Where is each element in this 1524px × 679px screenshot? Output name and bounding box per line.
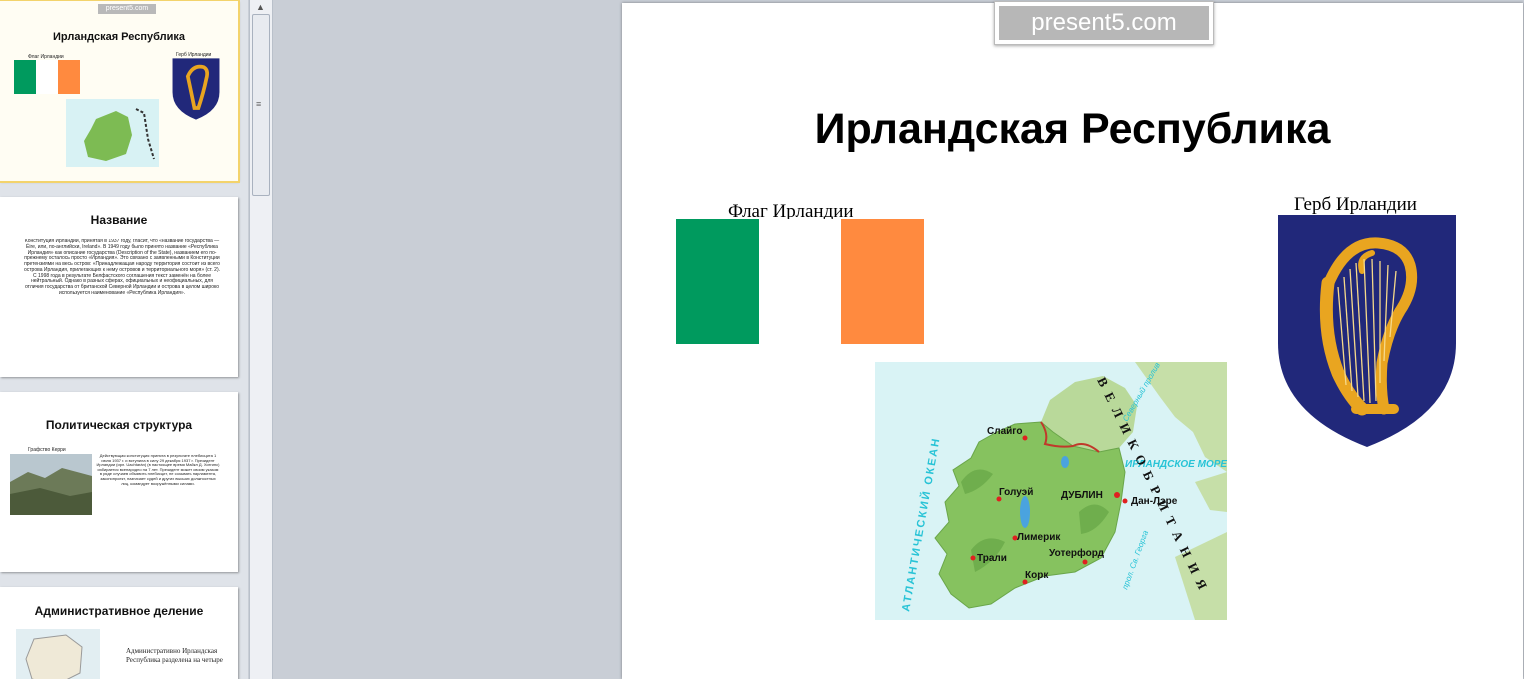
thumbnail-landscape-photo [10,454,92,515]
watermark-badge: present5.com [994,1,1214,45]
watermark-text: present5.com [999,6,1209,40]
thumbnail-body-text: Действующая конституция принята в резуль… [96,454,220,486]
thumbnail-flag [14,60,80,94]
slide-thumbnail-2[interactable]: Название Конституция Ирландии, принятая … [0,197,238,377]
thumbnail-body-text: Конституция Ирландии, принятая в 1937 го… [23,239,221,296]
thumbnail-map [66,99,159,167]
slide-thumbnail-1[interactable]: present5.com Ирландская Республика Флаг … [0,0,240,183]
city-label: Корк [1025,570,1049,581]
slide-thumbnails-panel: present5.com Ирландская Республика Флаг … [0,0,248,679]
ireland-map-image[interactable]: АТЛАНТИЧЕСКИЙ ОКЕАН ИРЛАНДСКОЕ МОРЕ Севе… [875,362,1227,620]
slide-thumbnail-4[interactable]: Административное деление Административно… [0,587,238,679]
city-label: Голуэй [999,487,1033,498]
thumbnails-scrollbar[interactable]: ▲ ≡ [249,0,273,679]
slide-canvas[interactable]: present5.com Ирландская Республика Флаг … [622,1,1523,679]
thumbnail-admin-map [16,629,100,679]
scrollbar-grip-icon: ≡ [256,99,262,109]
irish-flag-image[interactable] [676,219,924,344]
scrollbar-thumb[interactable]: ≡ [252,14,270,196]
coat-of-arms-image[interactable] [1276,213,1458,449]
scroll-up-arrow-icon[interactable]: ▲ [252,0,269,14]
thumbnail-title: Название [90,213,148,227]
thumbnail-photo-caption: Графство Керри [28,447,66,453]
slide-title[interactable]: Ирландская Республика [622,105,1523,154]
thumbnail-title: Политическая структура [45,418,193,432]
thumbnail-watermark: present5.com [98,4,156,14]
city-label: Трали [977,553,1007,564]
city-label: Лимерик [1017,532,1061,543]
city-label: Уотерфорд [1049,547,1105,559]
city-label: ДУБЛИН [1061,490,1103,501]
slide-thumbnail-3[interactable]: Политическая структура Графство Керри Де… [0,392,238,572]
thumbnail-body-text: Административно Ирландская Республика ра… [126,647,223,665]
city-label: Слайго [987,426,1022,437]
thumbnail-coat-of-arms [172,58,220,120]
city-label: Дан-Лэре [1131,496,1178,507]
thumbnail-title: Ирландская Республика [53,31,185,43]
thumbnail-title: Административное деление [34,604,204,618]
